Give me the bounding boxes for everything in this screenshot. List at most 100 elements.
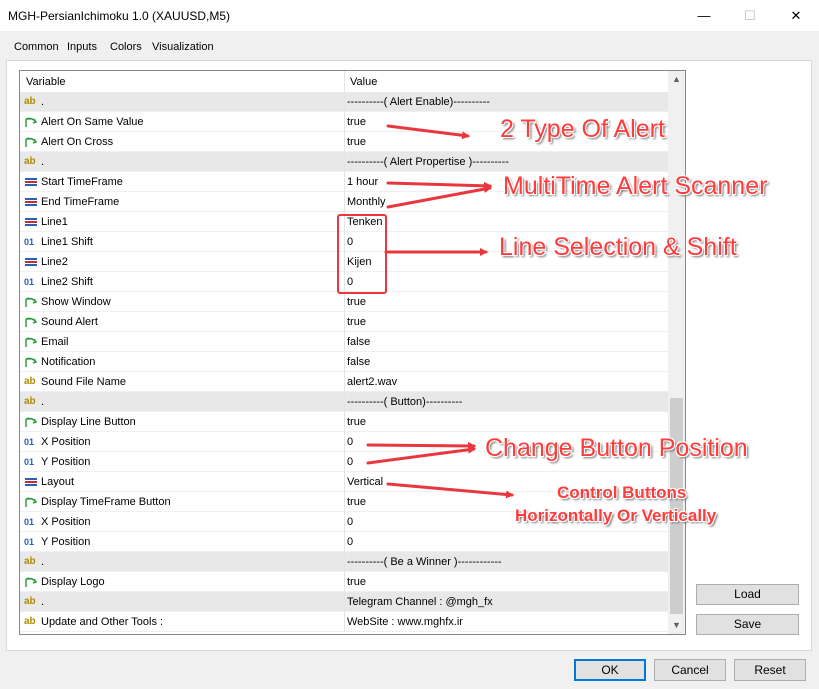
integer-icon: 01 <box>24 457 35 467</box>
scroll-up-icon[interactable]: ▲ <box>668 71 685 88</box>
variable-name: Notification <box>41 356 96 368</box>
column-divider <box>344 152 345 172</box>
variable-name: Show Window <box>41 296 111 308</box>
table-row[interactable]: ab. ----------( Alert Enable)---------- <box>20 92 668 112</box>
variable-value[interactable]: Telegram Channel : @mgh_fx <box>347 596 493 608</box>
table-row[interactable]: Show Window true <box>20 292 668 312</box>
table-row[interactable]: Display Line Button true <box>20 412 668 432</box>
minimize-button[interactable]: — <box>681 0 727 31</box>
variable-value[interactable]: ----------( Button)---------- <box>347 396 462 408</box>
variable-name: Line2 Shift <box>41 276 93 288</box>
integer-icon: 01 <box>24 237 35 247</box>
column-divider <box>344 472 345 492</box>
variable-value[interactable]: WebSite : www.mghfx.ir <box>347 616 463 628</box>
table-row[interactable]: ab. ----------( Alert Propertise )-------… <box>20 152 668 172</box>
scroll-down-icon[interactable]: ▼ <box>668 617 685 634</box>
variable-name: Sound File Name <box>41 376 126 388</box>
bool-icon <box>24 296 38 308</box>
table-row[interactable]: ab Update and Other Tools : WebSite : www.… <box>20 612 668 632</box>
variable-value[interactable]: ----------( Be a Winner )------------ <box>347 556 502 568</box>
variable-value[interactable]: 0 <box>347 456 353 468</box>
variable-name: X Position <box>41 516 91 528</box>
variable-value[interactable]: Vertical <box>347 476 383 488</box>
variable-name: Line1 Shift <box>41 236 93 248</box>
table-row[interactable]: ab. ----------( Be a Winner )------------ <box>20 552 668 572</box>
variable-name: . <box>41 556 45 568</box>
column-divider <box>344 532 345 552</box>
tab-colors[interactable]: Colors <box>110 41 142 53</box>
variable-value[interactable]: true <box>347 416 366 428</box>
variable-name: Y Position <box>41 536 91 548</box>
enum-icon <box>24 256 38 268</box>
column-divider <box>344 432 345 452</box>
table-row[interactable]: Notification false <box>20 352 668 372</box>
column-divider <box>344 412 345 432</box>
tab-visualization[interactable]: Visualization <box>152 41 214 53</box>
vertical-scrollbar[interactable]: ▲ ▼ <box>668 71 685 634</box>
column-header-variable[interactable]: Variable <box>26 76 66 88</box>
variable-name: Line1 <box>41 216 68 228</box>
tab-inputs[interactable]: Inputs <box>67 41 97 53</box>
variable-value[interactable]: false <box>347 336 370 348</box>
variable-value[interactable]: true <box>347 296 366 308</box>
integer-icon: 01 <box>24 437 35 447</box>
column-divider <box>344 292 345 312</box>
variable-name: . <box>41 396 45 408</box>
string-icon: ab <box>24 156 36 167</box>
variable-name: . <box>41 596 45 608</box>
table-row[interactable]: Display Logo true <box>20 572 668 592</box>
variable-name: Email <box>41 336 69 348</box>
variable-value[interactable]: true <box>347 316 366 328</box>
variable-value[interactable]: false <box>347 356 370 368</box>
variable-value[interactable]: 0 <box>347 436 353 448</box>
table-row[interactable]: Sound Alert true <box>20 312 668 332</box>
enum-icon <box>24 196 38 208</box>
table-row[interactable]: ab. Telegram Channel : @mgh_fx <box>20 592 668 612</box>
table-row[interactable]: 01 Y Position 0 <box>20 532 668 552</box>
table-row[interactable]: ab. ----------( Button)---------- <box>20 392 668 412</box>
variable-name: Alert On Cross <box>41 136 114 148</box>
ok-button[interactable]: OK <box>574 659 646 681</box>
variable-name: Y Position <box>41 456 91 468</box>
variable-value[interactable]: ----------( Alert Propertise )---------- <box>347 156 509 168</box>
variable-value[interactable]: ----------( Alert Enable)---------- <box>347 96 490 108</box>
variable-value[interactable]: 0 <box>347 536 353 548</box>
bool-icon <box>24 336 38 348</box>
column-header-value[interactable]: Value <box>350 76 377 88</box>
variable-value[interactable]: 0 <box>347 516 353 528</box>
variable-name: . <box>41 96 45 108</box>
variable-name: Update and Other Tools : <box>41 616 164 628</box>
save-button[interactable]: Save <box>696 614 799 635</box>
close-button[interactable]: ✕ <box>773 0 819 31</box>
bool-icon <box>24 496 38 508</box>
variable-value[interactable]: 1 hour <box>347 176 378 188</box>
string-icon: ab <box>24 556 36 567</box>
window-title: MGH-PersianIchimoku 1.0 (XAUUSD,M5) <box>8 9 231 23</box>
maximize-button[interactable]: ☐ <box>727 0 773 31</box>
column-divider <box>344 172 345 192</box>
bool-icon <box>24 356 38 368</box>
variable-value[interactable]: true <box>347 576 366 588</box>
load-button[interactable]: Load <box>696 584 799 605</box>
variable-value[interactable]: true <box>347 496 366 508</box>
table-row[interactable]: Email false <box>20 332 668 352</box>
variable-value[interactable]: alert2.wav <box>347 376 397 388</box>
variable-name: Line2 <box>41 256 68 268</box>
variable-name: End TimeFrame <box>41 196 120 208</box>
column-divider <box>344 92 345 112</box>
variable-name: . <box>41 156 45 168</box>
column-divider <box>344 512 345 532</box>
variable-value[interactable]: Monthly <box>347 196 386 208</box>
tab-common[interactable]: Common <box>14 41 59 53</box>
column-divider <box>344 612 345 632</box>
string-icon: ab <box>24 396 36 407</box>
variable-value[interactable]: true <box>347 136 366 148</box>
bool-icon <box>24 136 38 148</box>
cancel-button[interactable]: Cancel <box>654 659 726 681</box>
reset-button[interactable]: Reset <box>734 659 806 681</box>
table-row[interactable]: ab Sound File Name alert2.wav <box>20 372 668 392</box>
integer-icon: 01 <box>24 517 35 527</box>
annotation-control-line1: Control Buttons <box>557 483 687 502</box>
annotation-two-type: 2 Type Of Alert <box>500 115 665 143</box>
variable-value[interactable]: true <box>347 116 366 128</box>
